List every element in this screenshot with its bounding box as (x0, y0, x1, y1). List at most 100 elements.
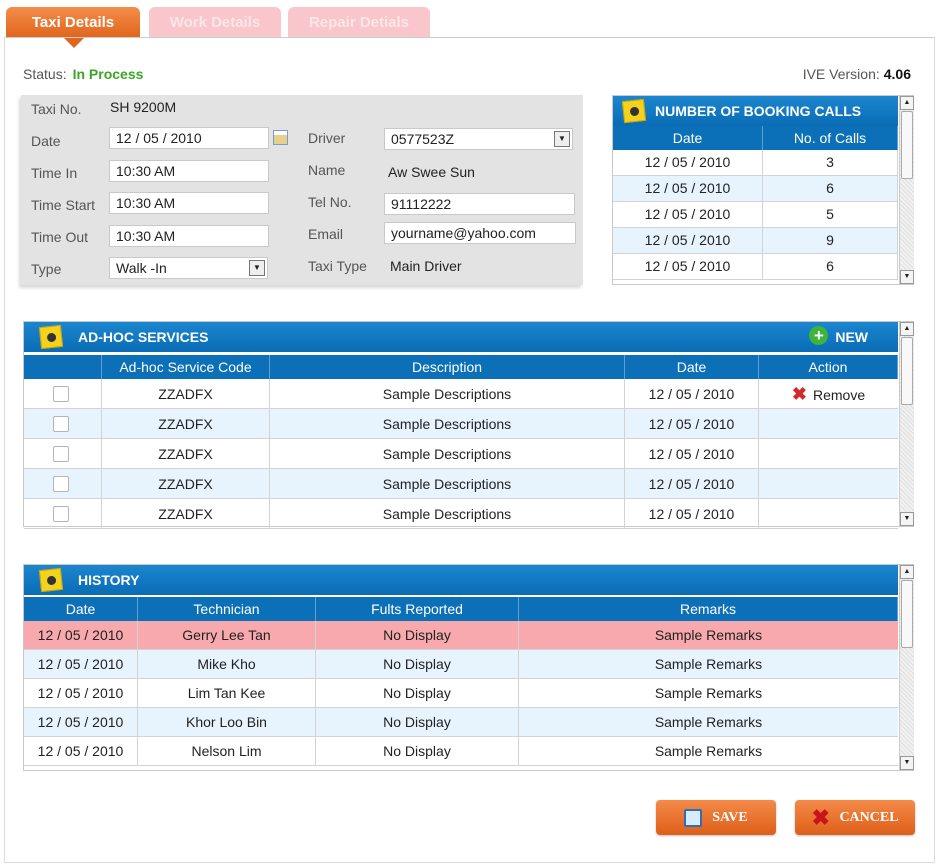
save-button[interactable]: SAVE (656, 800, 776, 835)
adhoc-scrollbar[interactable]: ▲ ▼ (899, 322, 914, 526)
tel-field[interactable]: 91112222 (384, 193, 575, 215)
action-cell (759, 499, 898, 528)
column-header-date: Date (24, 597, 138, 621)
type-select[interactable]: Walk -In ▼ (109, 257, 268, 279)
cancel-label: CANCEL (839, 810, 899, 825)
scroll-down-icon[interactable]: ▼ (900, 756, 914, 770)
email-field[interactable]: yourname@yahoo.com (384, 222, 576, 244)
remove-label: Remove (812, 387, 866, 403)
cancel-button[interactable]: ✖ CANCEL (795, 800, 915, 835)
column-header-remarks: Remarks (519, 597, 898, 621)
history-scrollbar[interactable]: ▲ ▼ (899, 565, 914, 770)
table-row[interactable]: ZZADFX Sample Descriptions 12 / 05 / 2010 ✖… (24, 379, 898, 409)
chevron-down-icon[interactable]: ▼ (249, 260, 265, 276)
time-out-field[interactable]: 10:30 AM (109, 225, 269, 247)
date-cell: 12 / 05 / 2010 (625, 409, 759, 438)
scroll-thumb[interactable] (901, 111, 913, 179)
save-label: SAVE (712, 810, 748, 825)
table-row[interactable]: 12 / 05 / 2010 3 (613, 150, 898, 176)
technician-cell: Nelson Lim (138, 737, 316, 765)
floppy-disk-icon (684, 808, 703, 827)
driver-select[interactable]: 0577523Z ▼ (384, 128, 573, 150)
type-select-value: Walk -In (116, 260, 167, 276)
date-cell: 12 / 05 / 2010 (625, 379, 759, 408)
scroll-up-icon[interactable]: ▲ (900, 322, 914, 336)
action-cell (759, 469, 898, 498)
date-cell: 12 / 05 / 2010 (613, 254, 763, 279)
time-start-field[interactable]: 10:30 AM (109, 192, 269, 214)
table-row[interactable]: ZZADFX Sample Descriptions 12 / 05 / 2010 (24, 439, 898, 469)
version-label: IVE Version: (802, 66, 880, 82)
row-checkbox[interactable] (53, 386, 69, 402)
table-row[interactable]: 12 / 05 / 2010 6 (613, 176, 898, 202)
tab-taxi-details[interactable]: Taxi Details (6, 7, 140, 37)
column-header-date: Date (613, 126, 763, 150)
booking-scrollbar[interactable]: ▲ ▼ (899, 96, 914, 284)
chevron-down-icon[interactable]: ▼ (554, 131, 570, 147)
remarks-cell: Sample Remarks (654, 656, 763, 672)
table-row[interactable]: 12 / 05 / 2010 6 (613, 254, 898, 280)
booking-calls-header: NUMBER OF BOOKING CALLS (613, 96, 898, 126)
history-title: HISTORY (78, 572, 140, 588)
table-row[interactable]: ZZADFX Sample Descriptions 12 / 05 / 2010 (24, 469, 898, 499)
row-checkbox[interactable] (53, 446, 69, 462)
table-row[interactable]: 12 / 05 / 2010 Gerry Lee Tan No Display Sam… (24, 621, 898, 650)
date-cell: 12 / 05 / 2010 (24, 708, 138, 736)
select-cell (24, 379, 102, 408)
scroll-up-icon[interactable]: ▲ (900, 565, 914, 579)
close-icon: ✖ (791, 384, 807, 404)
taxi-no-value: SH 9200M (110, 99, 177, 115)
faults-cell: No Display (316, 650, 519, 678)
adhoc-services-header: AD-HOC SERVICES + NEW (24, 322, 898, 352)
sticky-note-icon (621, 98, 647, 124)
column-header-calls: No. of Calls (763, 126, 898, 150)
scroll-down-icon[interactable]: ▼ (900, 512, 914, 526)
time-in-label: Time In (31, 165, 78, 181)
remarks-cell: Sample Remarks (654, 685, 763, 701)
add-new-button[interactable]: + NEW (809, 326, 868, 348)
action-cell (759, 439, 898, 468)
description-cell: Sample Descriptions (270, 409, 625, 438)
driver-select-value: 0577523Z (391, 131, 455, 147)
scroll-thumb[interactable] (901, 337, 913, 405)
status-value: In Process (72, 66, 144, 82)
faults-cell: No Display (316, 621, 519, 649)
action-cell (759, 409, 898, 438)
row-checkbox[interactable] (53, 416, 69, 432)
taxi-info-panel: Taxi No. SH 9200M Date 12 / 05 / 2010 Ti… (21, 95, 583, 285)
date-cell: 12 / 05 / 2010 (625, 469, 759, 498)
tab-work-details[interactable]: Work Details (149, 7, 281, 37)
column-header-faults: Fults Reported (316, 597, 519, 621)
remove-button[interactable]: ✖ Remove (791, 384, 866, 404)
scroll-thumb[interactable] (901, 580, 913, 648)
date-cell: 12 / 05 / 2010 (24, 621, 138, 649)
taxi-type-label: Taxi Type (308, 258, 367, 274)
table-row[interactable]: 12 / 05 / 2010 Nelson Lim No Display Sample… (24, 737, 898, 766)
select-cell (24, 469, 102, 498)
remarks-cell: Sample Remarks (654, 714, 763, 730)
table-row[interactable]: 12 / 05 / 2010 Lim Tan Kee No Display Sampl… (24, 679, 898, 708)
table-row[interactable]: 12 / 05 / 2010 5 (613, 202, 898, 228)
row-checkbox[interactable] (53, 476, 69, 492)
table-row[interactable]: 12 / 05 / 2010 Mike Kho No Display Sample R… (24, 650, 898, 679)
adhoc-services-title: AD-HOC SERVICES (78, 329, 209, 345)
faults-cell: No Display (316, 679, 519, 707)
row-checkbox[interactable] (53, 506, 69, 522)
table-row[interactable]: 12 / 05 / 2010 9 (613, 228, 898, 254)
table-row[interactable]: ZZADFX Sample Descriptions 12 / 05 / 2010 (24, 409, 898, 439)
time-in-field[interactable]: 10:30 AM (109, 160, 269, 182)
taxi-no-label: Taxi No. (31, 101, 82, 117)
table-row[interactable]: 12 / 05 / 2010 Khor Loo Bin No Display Samp… (24, 708, 898, 737)
history-panel: HISTORY Date Technician Fults Reported R… (23, 564, 914, 771)
date-cell: 12 / 05 / 2010 (613, 176, 763, 201)
tab-repair-details[interactable]: Repair Detials (288, 7, 430, 37)
calendar-icon[interactable] (273, 130, 288, 145)
column-header-description: Description (270, 355, 625, 379)
scroll-down-icon[interactable]: ▼ (900, 270, 914, 284)
date-cell: 12 / 05 / 2010 (625, 499, 759, 528)
date-cell: 12 / 05 / 2010 (613, 228, 763, 253)
scroll-up-icon[interactable]: ▲ (900, 96, 914, 110)
name-label: Name (308, 162, 346, 178)
table-row[interactable]: ZZADFX Sample Descriptions 12 / 05 / 2010 (24, 499, 898, 529)
date-field[interactable]: 12 / 05 / 2010 (109, 127, 269, 149)
